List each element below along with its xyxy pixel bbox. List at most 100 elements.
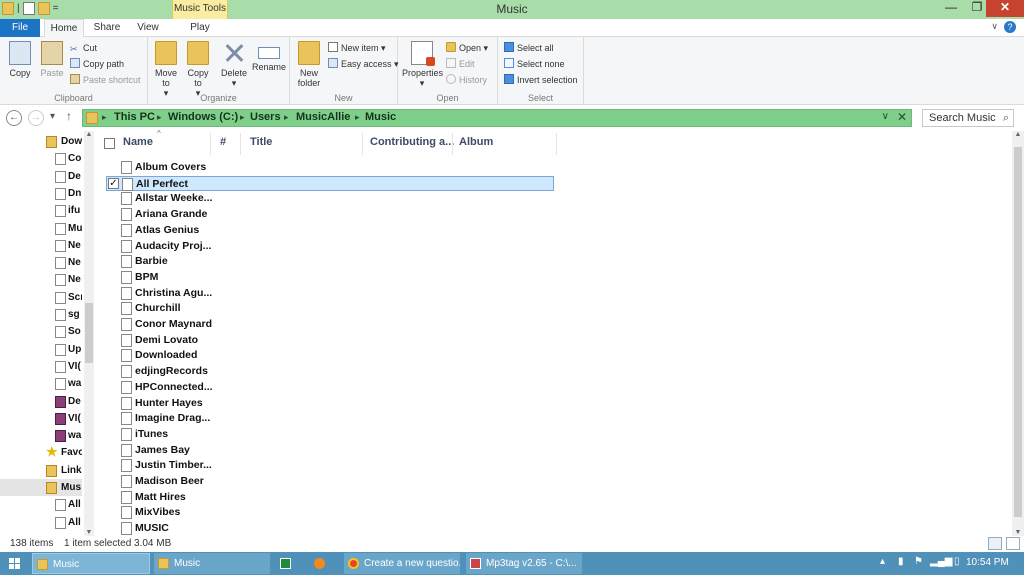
breadcrumb-music[interactable]: Music xyxy=(365,111,396,123)
table-row[interactable]: Imagine Drag... xyxy=(106,411,554,426)
scrollbar-thumb[interactable] xyxy=(85,303,93,363)
taskbar-item-media-player[interactable] xyxy=(310,553,338,574)
signal-icon[interactable]: ▂▄▆ xyxy=(930,556,952,567)
nav-item[interactable]: ifu xyxy=(0,202,82,219)
battery-icon[interactable]: ▯ xyxy=(954,556,960,567)
table-row[interactable]: HPConnected... xyxy=(106,380,554,395)
column-divider[interactable] xyxy=(452,133,453,155)
table-row[interactable]: MUSIC xyxy=(106,521,554,536)
copy-path-button[interactable]: Copy path xyxy=(70,57,124,71)
nav-item[interactable]: Dow xyxy=(0,133,82,150)
table-row[interactable]: Churchill xyxy=(106,301,554,316)
table-row[interactable]: Atlas Genius xyxy=(106,223,554,238)
table-row[interactable]: Album Covers xyxy=(106,160,554,175)
nav-item[interactable]: Up xyxy=(0,341,82,358)
scroll-up-icon[interactable]: ▲ xyxy=(1012,131,1024,138)
clear-address-icon[interactable]: ✕ xyxy=(897,110,907,124)
edit-button[interactable]: Edit xyxy=(446,57,475,71)
table-row[interactable]: James Bay xyxy=(106,443,554,458)
table-row[interactable]: Christina Agu... xyxy=(106,286,554,301)
up-button[interactable]: ↑ xyxy=(66,109,72,123)
nav-item[interactable]: All xyxy=(0,496,82,513)
nav-item[interactable]: Mus xyxy=(0,479,82,496)
breadcrumb-separator[interactable]: ▸ xyxy=(102,112,107,123)
scroll-down-icon[interactable]: ▼ xyxy=(1012,529,1024,536)
nav-item[interactable]: VI( xyxy=(0,358,82,375)
column-divider[interactable] xyxy=(362,133,363,155)
easy-access-button[interactable]: Easy access ▾ xyxy=(328,57,399,71)
paste-shortcut-button[interactable]: Paste shortcut xyxy=(70,73,141,87)
new-folder-button[interactable]: New folder xyxy=(294,41,324,88)
tab-view[interactable]: View xyxy=(134,19,162,37)
table-row[interactable]: Justin Timber... xyxy=(106,458,554,473)
back-button[interactable]: ← xyxy=(6,110,22,126)
taskbar-item-browser[interactable]: Create a new questio... xyxy=(344,553,460,574)
clock[interactable]: 10:54 PM xyxy=(966,557,1009,568)
select-all-button[interactable]: Select all xyxy=(504,41,554,55)
help-icon[interactable]: ? xyxy=(1004,21,1016,33)
start-button[interactable] xyxy=(0,552,28,575)
nav-item[interactable]: Mu xyxy=(0,220,82,237)
table-row[interactable]: MixVibes xyxy=(106,505,554,520)
column-divider[interactable] xyxy=(556,133,557,155)
select-all-checkbox[interactable] xyxy=(104,138,115,149)
table-row[interactable]: Madison Beer xyxy=(106,474,554,489)
nav-item[interactable]: Co xyxy=(0,150,82,167)
scroll-up-icon[interactable]: ▲ xyxy=(84,131,94,138)
breadcrumb-musicallie[interactable]: MusicAllie xyxy=(296,111,350,123)
nav-item[interactable]: Ne xyxy=(0,271,82,288)
tab-file[interactable]: File xyxy=(0,19,40,37)
nav-item[interactable]: wa xyxy=(0,375,82,392)
table-row[interactable]: iTunes xyxy=(106,427,554,442)
tab-play[interactable]: Play xyxy=(180,19,220,37)
breadcrumb-separator[interactable]: ▸ xyxy=(240,112,245,123)
table-row[interactable]: Downloaded xyxy=(106,348,554,363)
scrollbar-thumb[interactable] xyxy=(1014,147,1022,517)
column-header-name[interactable]: Name xyxy=(123,136,153,148)
copy-button[interactable]: Copy xyxy=(6,41,34,78)
table-row[interactable]: Audacity Proj... xyxy=(106,239,554,254)
table-row[interactable]: Ariana Grande xyxy=(106,207,554,222)
properties-button[interactable]: Properties ▾ xyxy=(402,41,443,88)
forward-button[interactable]: → xyxy=(28,110,44,126)
breadcrumb-windows-c[interactable]: Windows (C:) xyxy=(168,111,238,123)
collapse-ribbon-icon[interactable]: ∨ xyxy=(991,21,998,32)
nav-item[interactable]: All xyxy=(0,514,82,531)
minimize-button[interactable]: — xyxy=(938,0,964,17)
taskbar-item-mp3tag[interactable]: Mp3tag v2.65 - C:\... xyxy=(466,553,582,574)
nav-item[interactable]: De xyxy=(0,393,82,410)
breadcrumb-separator[interactable]: ▸ xyxy=(284,112,289,123)
details-view-button[interactable] xyxy=(988,537,1002,550)
navigation-pane-scrollbar[interactable]: ▲ ▼ xyxy=(84,131,94,536)
history-button[interactable]: History xyxy=(446,73,487,87)
network-icon[interactable]: ▮ xyxy=(898,556,904,567)
new-item-button[interactable]: New item ▾ xyxy=(328,41,386,55)
breadcrumb-users[interactable]: Users xyxy=(250,111,281,123)
show-hidden-icons-icon[interactable]: ▴ xyxy=(880,556,885,567)
nav-item[interactable]: wa xyxy=(0,427,82,444)
search-icon[interactable]: ⌕ xyxy=(1003,110,1009,126)
column-header-album[interactable]: Album xyxy=(459,136,493,148)
nav-item[interactable]: Ne xyxy=(0,254,82,271)
table-row[interactable]: Barbie xyxy=(106,254,554,269)
address-bar[interactable]: ▸ This PC ▸ Windows (C:) ▸ Users ▸ Music… xyxy=(82,109,912,127)
breadcrumb-separator[interactable]: ▸ xyxy=(157,112,162,123)
nav-item[interactable]: De xyxy=(0,168,82,185)
move-to-button[interactable]: Move to ▾ xyxy=(152,41,180,98)
file-list-scrollbar[interactable]: ▲ ▼ xyxy=(1012,131,1024,536)
close-button[interactable]: ✕ xyxy=(986,0,1024,17)
nav-item[interactable]: Ne xyxy=(0,237,82,254)
tab-share[interactable]: Share xyxy=(90,19,124,37)
nav-item[interactable]: Link xyxy=(0,462,82,479)
invert-selection-button[interactable]: Invert selection xyxy=(504,73,578,87)
copy-to-button[interactable]: Copy to ▾ xyxy=(184,41,212,98)
paste-button[interactable]: Paste xyxy=(38,41,66,78)
table-row[interactable]: Allstar Weeke... xyxy=(106,191,554,206)
breadcrumb-this-pc[interactable]: This PC xyxy=(114,111,155,123)
taskbar-item-music-1[interactable]: Music xyxy=(32,553,150,574)
flag-icon[interactable]: ⚑ xyxy=(914,556,923,567)
table-row[interactable]: Matt Hires xyxy=(106,490,554,505)
nav-item[interactable]: Dn xyxy=(0,185,82,202)
scroll-down-icon[interactable]: ▼ xyxy=(84,529,94,536)
recent-locations-icon[interactable]: ▾ xyxy=(50,111,55,122)
